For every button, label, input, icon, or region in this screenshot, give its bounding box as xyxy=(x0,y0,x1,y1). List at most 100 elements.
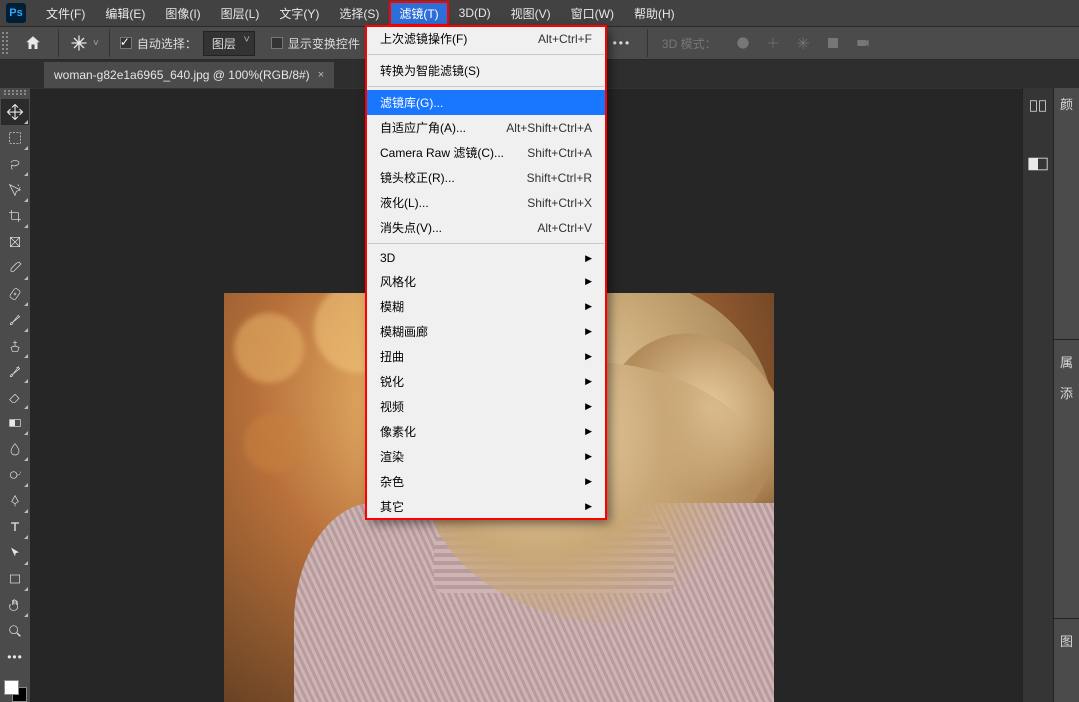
tool-eraser[interactable] xyxy=(1,384,29,410)
menu-item[interactable]: 视频 xyxy=(366,394,606,419)
menu-window[interactable]: 窗口(W) xyxy=(561,1,624,26)
menubar: Ps 文件(F) 编辑(E) 图像(I) 图层(L) 文字(Y) 选择(S) 滤… xyxy=(0,0,1079,26)
menu-type[interactable]: 文字(Y) xyxy=(269,1,329,26)
menu-item[interactable]: 消失点(V)...Alt+Ctrl+V xyxy=(366,215,606,240)
menu-3d[interactable]: 3D(D) xyxy=(449,2,501,24)
divider xyxy=(58,29,59,57)
menu-item-label: 自适应广角(A)... xyxy=(380,119,466,136)
document-tab[interactable]: woman-g82e1a6965_640.jpg @ 100%(RGB/8#) … xyxy=(44,62,334,88)
tool-history-brush[interactable] xyxy=(1,359,29,385)
menu-item-shortcut: Alt+Ctrl+F xyxy=(538,32,592,46)
menu-item-label: 渲染 xyxy=(380,448,404,465)
divider xyxy=(647,29,648,57)
menu-item-shortcut: Alt+Shift+Ctrl+A xyxy=(506,121,592,135)
tool-dodge[interactable] xyxy=(1,462,29,488)
menu-file[interactable]: 文件(F) xyxy=(36,1,95,26)
tool-path-select[interactable] xyxy=(1,540,29,566)
menu-item[interactable]: 像素化 xyxy=(366,419,606,444)
tool-eyedropper[interactable] xyxy=(1,255,29,281)
tool-gradient[interactable] xyxy=(1,410,29,436)
menu-item[interactable]: 上次滤镜操作(F)Alt+Ctrl+F xyxy=(366,26,606,51)
divider xyxy=(1054,339,1079,340)
menu-item-label: 液化(L)... xyxy=(380,194,429,211)
tool-zoom[interactable] xyxy=(1,618,29,644)
tool-crop[interactable] xyxy=(1,203,29,229)
menu-item[interactable]: 扭曲 xyxy=(366,344,606,369)
menu-item[interactable]: 转换为智能滤镜(S) xyxy=(366,58,606,83)
menu-filter[interactable]: 滤镜(T) xyxy=(389,1,448,26)
panel-tab-color[interactable]: 颜 xyxy=(1056,88,1077,119)
menu-item[interactable]: 滤镜库(G)... xyxy=(366,90,606,115)
tool-preset[interactable]: ˅ xyxy=(69,33,99,53)
menu-help[interactable]: 帮助(H) xyxy=(624,1,685,26)
menu-item[interactable]: 风格化 xyxy=(366,269,606,294)
menu-item[interactable]: 镜头校正(R)...Shift+Ctrl+R xyxy=(366,165,606,190)
panel-tab-properties[interactable]: 属 xyxy=(1056,346,1077,377)
panel-swatch-icon[interactable] xyxy=(1024,150,1052,178)
tool-lasso[interactable] xyxy=(1,151,29,177)
auto-select-label: 自动选择： xyxy=(137,35,197,52)
menu-item[interactable]: 模糊画廊 xyxy=(366,319,606,344)
tool-blur[interactable] xyxy=(1,436,29,462)
tool-type[interactable] xyxy=(1,514,29,540)
menu-item-label: 滤镜库(G)... xyxy=(380,94,443,111)
auto-select-combo[interactable]: 图层 xyxy=(203,31,255,56)
tool-shape[interactable] xyxy=(1,566,29,592)
auto-select-checkbox[interactable]: 自动选择： xyxy=(120,35,197,52)
orbit-icon xyxy=(735,35,751,51)
tool-brush[interactable] xyxy=(1,307,29,333)
menu-item-label: Camera Raw 滤镜(C)... xyxy=(380,144,504,161)
tool-hand[interactable] xyxy=(1,592,29,618)
scale-3d-icon xyxy=(825,35,841,51)
menu-item[interactable]: 3D xyxy=(366,247,606,269)
checkbox-on-icon xyxy=(120,37,132,49)
menu-item-label: 视频 xyxy=(380,398,404,415)
tool-pen[interactable] xyxy=(1,488,29,514)
camera-icon xyxy=(855,35,871,51)
tool-move[interactable] xyxy=(1,99,29,125)
menu-item-label: 杂色 xyxy=(380,473,404,490)
menu-select[interactable]: 选择(S) xyxy=(329,1,389,26)
menu-item-label: 风格化 xyxy=(380,273,416,290)
menu-view[interactable]: 视图(V) xyxy=(501,1,561,26)
close-icon[interactable]: × xyxy=(318,69,324,81)
home-button[interactable] xyxy=(18,29,48,57)
menu-item-shortcut: Shift+Ctrl+A xyxy=(527,146,592,160)
menu-item[interactable]: 渲染 xyxy=(366,444,606,469)
panel-tab-add[interactable]: 添 xyxy=(1056,377,1077,408)
tool-frame[interactable] xyxy=(1,229,29,255)
panel-toggle-icon[interactable] xyxy=(1024,92,1052,120)
menu-edit[interactable]: 编辑(E) xyxy=(95,1,155,26)
menu-item-label: 模糊 xyxy=(380,298,404,315)
menu-item[interactable]: 自适应广角(A)... Alt+Shift+Ctrl+A xyxy=(366,115,606,140)
menu-item[interactable]: 模糊 xyxy=(366,294,606,319)
tool-healing[interactable] xyxy=(1,281,29,307)
menu-layer[interactable]: 图层(L) xyxy=(211,1,270,26)
pan-icon xyxy=(765,35,781,51)
tool-edit-toolbar[interactable]: ••• xyxy=(1,644,29,670)
toolbox-grip[interactable] xyxy=(4,90,26,95)
filter-menu-dropdown: 上次滤镜操作(F)Alt+Ctrl+F 转换为智能滤镜(S) 滤镜库(G)... 自适… xyxy=(366,26,606,519)
menu-item-label: 模糊画廊 xyxy=(380,323,428,340)
menu-item[interactable]: 锐化 xyxy=(366,369,606,394)
show-transform-checkbox[interactable]: 显示变换控件 xyxy=(271,35,360,52)
more-options-button[interactable]: ••• xyxy=(607,29,637,57)
menu-separator xyxy=(368,54,604,55)
menu-item[interactable]: 其它 xyxy=(366,494,606,519)
tool-quick-select[interactable] xyxy=(1,177,29,203)
foreground-color-icon xyxy=(4,680,19,695)
menu-item-label: 转换为智能滤镜(S) xyxy=(380,62,480,79)
panel-tab-layers[interactable]: 图 xyxy=(1056,625,1077,656)
menu-item-label: 其它 xyxy=(380,498,404,515)
color-swatch[interactable] xyxy=(2,680,28,702)
menu-separator xyxy=(368,86,604,87)
menu-item[interactable]: Camera Raw 滤镜(C)... Shift+Ctrl+A xyxy=(366,140,606,165)
divider xyxy=(1054,618,1079,619)
menu-item-label: 3D xyxy=(380,251,395,265)
options-grip[interactable] xyxy=(2,32,8,54)
menu-item[interactable]: 液化(L)...Shift+Ctrl+X xyxy=(366,190,606,215)
tool-clone[interactable] xyxy=(1,333,29,359)
menu-item[interactable]: 杂色 xyxy=(366,469,606,494)
menu-image[interactable]: 图像(I) xyxy=(155,1,210,26)
tool-marquee[interactable] xyxy=(1,125,29,151)
